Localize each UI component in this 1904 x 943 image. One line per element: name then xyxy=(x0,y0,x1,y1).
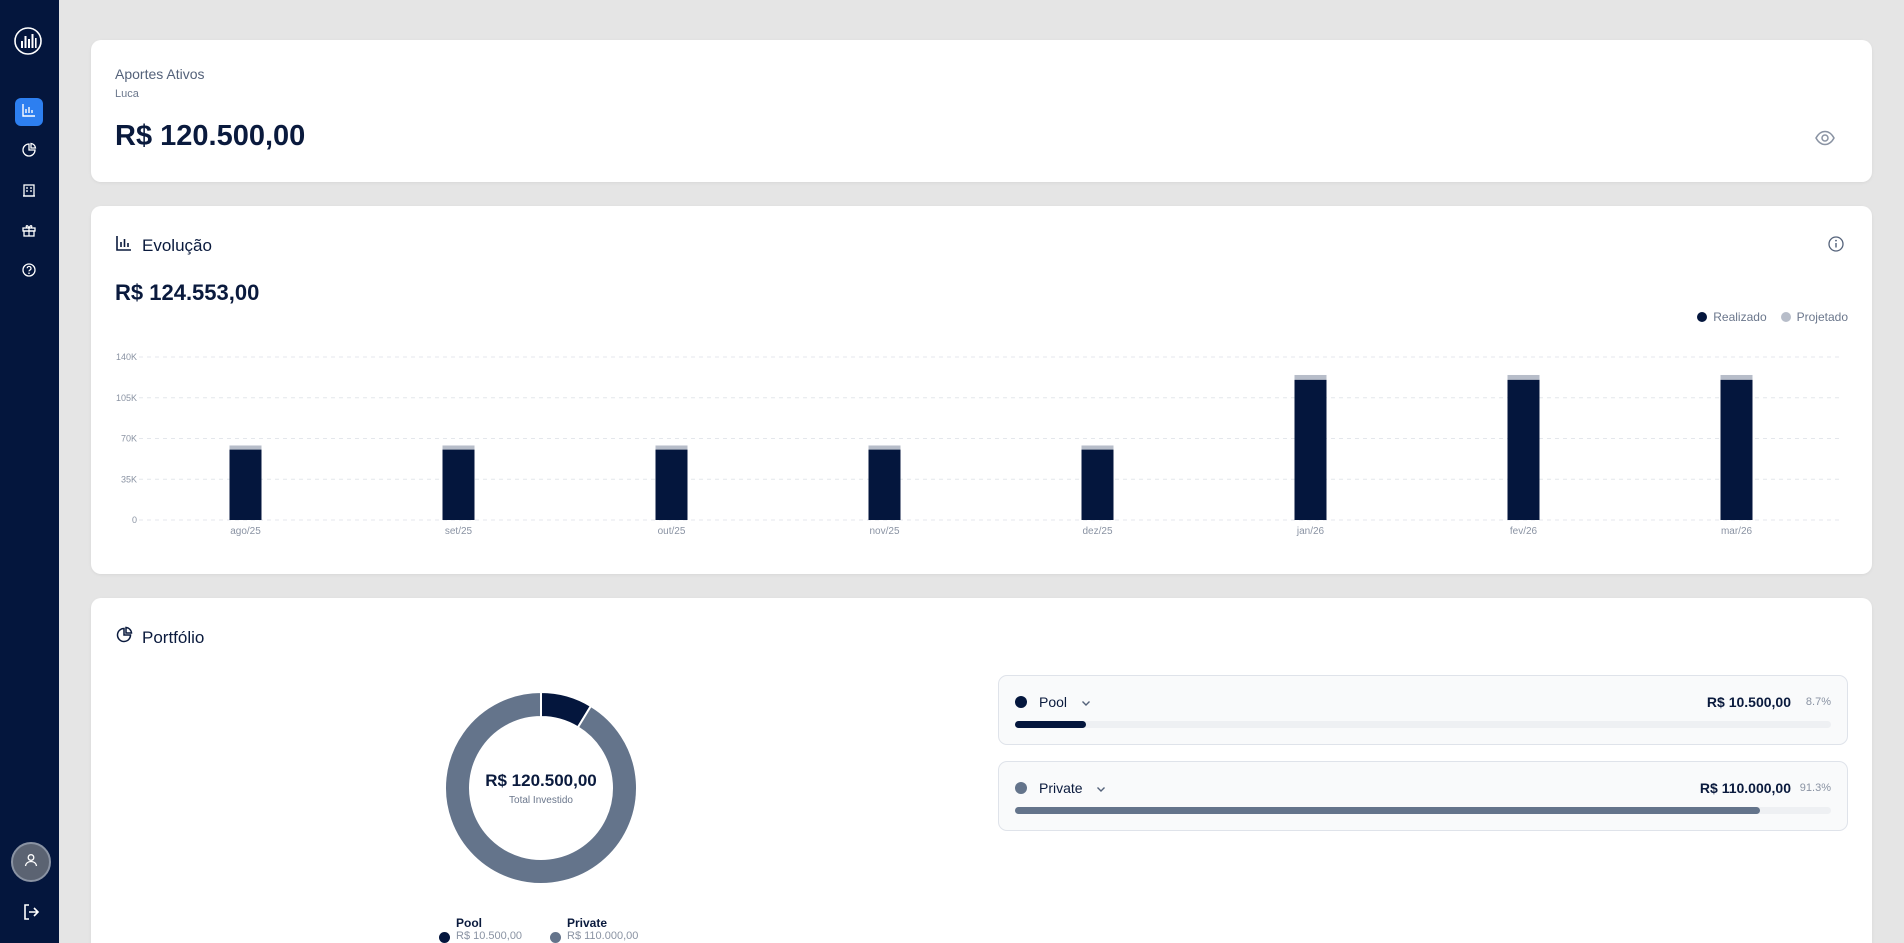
legend-swatch xyxy=(550,932,561,943)
bar-projetado xyxy=(655,445,688,450)
logout-icon xyxy=(20,904,42,927)
allocation-progress xyxy=(1015,721,1831,728)
sidebar-item-documents[interactable] xyxy=(15,178,43,206)
bar-projetado xyxy=(1081,445,1114,450)
donut-center: R$ 120.500,00 Total Investido xyxy=(441,688,641,888)
toggle-visibility-button[interactable] xyxy=(1814,127,1836,149)
legend-value: R$ 110.000,00 xyxy=(567,930,639,942)
bar-realizado xyxy=(229,449,262,520)
bar-realizado xyxy=(1720,379,1753,520)
bar-realizado xyxy=(442,449,475,520)
portfolio-card: Portfólio R$ 120.500,00 Total Investido … xyxy=(91,598,1872,943)
allocation-swatch xyxy=(1015,782,1027,794)
y-tick-label: 35K xyxy=(121,474,137,484)
aportes-subtitle: Luca xyxy=(115,88,139,100)
allocation-amount: R$ 110.000,00 xyxy=(1699,780,1791,796)
sidebar xyxy=(0,0,59,943)
bar-projetado xyxy=(868,445,901,450)
evolucao-card: Evolução R$ 124.553,00 Realizado Projeta… xyxy=(91,206,1872,574)
allocation-progress-fill xyxy=(1015,807,1760,814)
sidebar-item-gifts[interactable] xyxy=(15,218,43,246)
allocation-percent: 91.3% xyxy=(1799,782,1831,794)
portfolio-total-label: Total Investido xyxy=(509,794,573,806)
allocation-name: Private xyxy=(1039,780,1083,796)
allocation-row-private[interactable]: Private R$ 110.000,00 91.3% xyxy=(998,761,1848,831)
allocation-percent: 8.7% xyxy=(1805,696,1831,708)
allocation-progress-fill xyxy=(1015,721,1086,728)
bar-projetado xyxy=(1294,374,1327,380)
y-tick-label: 70K xyxy=(121,434,137,444)
aportes-title: Aportes Ativos xyxy=(115,66,205,82)
x-tick-label: ago/25 xyxy=(230,526,261,537)
y-tick-label: 140K xyxy=(116,352,137,362)
user-avatar[interactable] xyxy=(11,842,51,882)
sidebar-item-help[interactable] xyxy=(15,258,43,286)
x-tick-label: dez/25 xyxy=(1082,526,1112,537)
allocation-swatch xyxy=(1015,696,1027,708)
legend-value: R$ 10.500,00 xyxy=(456,930,523,942)
evolucao-chart: 0 35K 70K 105K 140K ago/25 set/25 out/25 nov/25 d… xyxy=(116,352,1843,537)
legend-swatch xyxy=(439,932,450,943)
allocation-row-pool[interactable]: Pool R$ 10.500,00 8.7% xyxy=(998,675,1848,745)
x-tick-label: out/25 xyxy=(658,526,686,537)
building-icon xyxy=(21,182,37,203)
donut-legend-pool: Pool R$ 10.500,00 xyxy=(439,916,522,943)
bar-projetado xyxy=(229,445,262,450)
sidebar-item-evolucao[interactable] xyxy=(15,98,43,126)
gift-icon xyxy=(21,222,37,243)
portfolio-donut: R$ 120.500,00 Total Investido xyxy=(441,688,641,888)
legend-name: Private xyxy=(567,916,608,930)
logout-button[interactable] xyxy=(20,901,42,923)
chevron-down-icon[interactable] xyxy=(1080,696,1092,708)
portfolio-title: Portfólio xyxy=(142,627,205,647)
bar-realizado xyxy=(655,449,688,520)
aportes-amount: R$ 120.500,00 xyxy=(115,120,306,152)
portfolio-header: Portfólio xyxy=(115,626,204,649)
bar-realizado xyxy=(1294,379,1327,520)
chevron-down-icon[interactable] xyxy=(1095,782,1107,794)
x-tick-label: mar/26 xyxy=(1721,526,1753,537)
portfolio-total: R$ 120.500,00 xyxy=(485,770,597,790)
allocation-name: Pool xyxy=(1039,694,1068,710)
x-tick-label: jan/26 xyxy=(1296,526,1325,537)
y-tick-label: 105K xyxy=(116,393,137,403)
eye-icon xyxy=(1814,130,1836,153)
pie-chart-icon xyxy=(115,626,133,649)
bar-realizado xyxy=(1507,379,1540,520)
bar-chart-icon xyxy=(21,102,37,123)
bar-projetado xyxy=(1720,374,1753,380)
app-logo[interactable] xyxy=(13,26,43,56)
legend-name: Pool xyxy=(456,916,482,930)
bar-realizado xyxy=(868,449,901,520)
bar-projetado xyxy=(1507,374,1540,380)
aportes-card: Aportes Ativos Luca R$ 120.500,00 xyxy=(91,40,1872,182)
x-tick-label: set/25 xyxy=(445,526,473,537)
bar-projetado xyxy=(442,445,475,450)
help-circle-icon xyxy=(21,262,37,283)
allocation-progress xyxy=(1015,807,1831,814)
pie-chart-icon xyxy=(21,142,37,163)
sidebar-item-portfolio[interactable] xyxy=(15,138,43,166)
allocation-amount: R$ 10.500,00 xyxy=(1706,694,1791,710)
user-icon xyxy=(23,852,39,873)
bar-realizado xyxy=(1081,449,1114,520)
donut-legend-private: Private R$ 110.000,00 xyxy=(550,916,638,943)
x-tick-label: nov/25 xyxy=(869,526,899,537)
x-tick-label: fev/26 xyxy=(1510,526,1538,537)
y-tick-label: 0 xyxy=(132,515,137,525)
